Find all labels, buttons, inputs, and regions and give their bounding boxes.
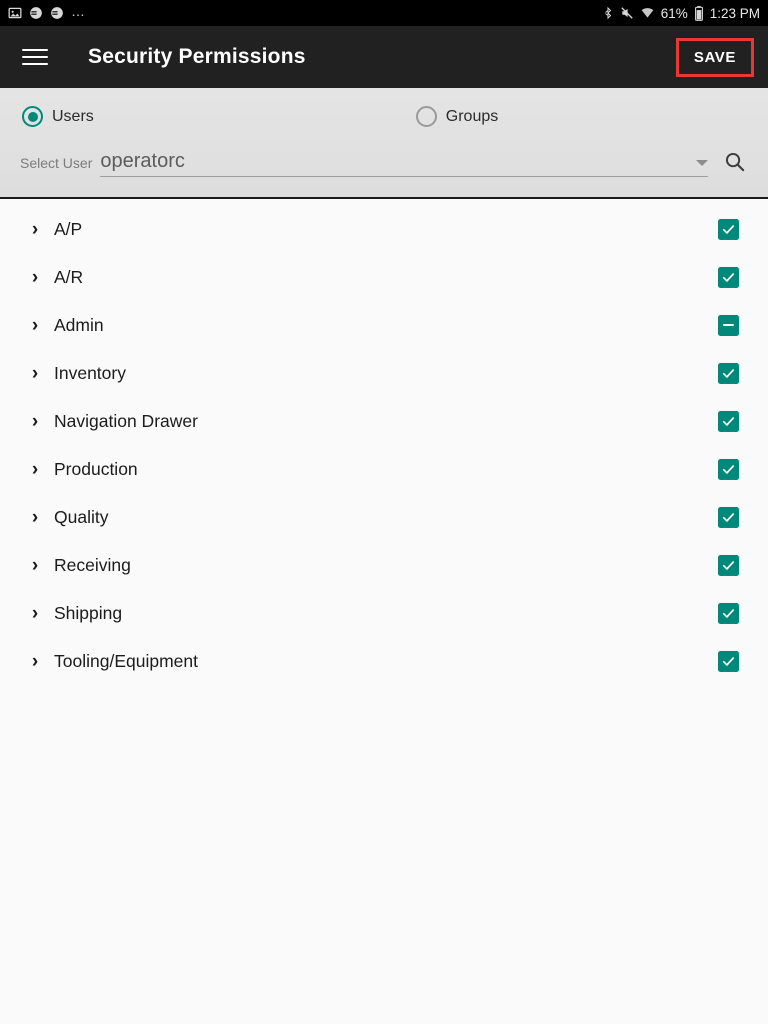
checkbox-checked-icon[interactable] — [718, 650, 739, 672]
permission-list: › A/P › A/R › Admin › Inventory › Navigation Draw… — [0, 199, 768, 685]
permission-row-label: Admin — [54, 314, 104, 335]
radio-users-dot — [27, 111, 38, 122]
hamburger-line — [22, 56, 48, 58]
radio-groups-circle-icon — [415, 106, 437, 127]
radio-users[interactable]: Users — [22, 106, 94, 127]
user-group-selector-panel: Users Groups Select User operatorc — [0, 88, 768, 199]
permission-row[interactable]: › Tooling/Equipment — [0, 637, 768, 685]
chevron-right-icon[interactable]: › — [28, 268, 42, 287]
status-bar: … 61% 1:23 PM — [0, 0, 768, 26]
chevron-right-icon[interactable]: › — [28, 508, 42, 527]
app-notification-icon — [50, 6, 64, 20]
search-icon[interactable] — [714, 141, 754, 181]
check-mark-icon — [722, 656, 735, 666]
check-mark-icon — [722, 224, 735, 234]
bluetooth-icon — [602, 6, 614, 20]
image-icon — [8, 6, 22, 20]
checkbox-checked-icon[interactable] — [718, 362, 739, 384]
permission-row-label: A/P — [54, 218, 83, 239]
check-mark-icon — [722, 272, 735, 282]
checkbox-checked-icon[interactable] — [718, 218, 739, 240]
permission-row[interactable]: › Navigation Drawer — [0, 397, 768, 445]
radio-groups[interactable]: Groups — [415, 106, 499, 127]
selected-user-value: operatorc — [100, 150, 185, 172]
check-mark-icon — [722, 368, 735, 378]
app-notification-icon — [29, 6, 43, 20]
radio-groups-label: Groups — [445, 107, 499, 125]
permission-row-label: Production — [54, 458, 138, 479]
select-user-row: Select User operatorc — [14, 127, 754, 177]
permission-row[interactable]: › Inventory — [0, 349, 768, 397]
battery-percent-label: 61% — [660, 5, 688, 21]
checkbox-checked-icon[interactable] — [718, 602, 739, 624]
radio-users-circle-icon — [22, 106, 43, 127]
checkbox-checked-icon[interactable] — [718, 458, 739, 480]
permission-row-label: Receiving — [54, 554, 131, 575]
checkbox-dash — [723, 323, 734, 327]
app-bar: Security Permissions SAVE — [0, 26, 768, 88]
permission-row-label: Inventory — [54, 362, 126, 383]
permission-row-label: Navigation Drawer — [54, 410, 198, 431]
checkbox-checked-icon[interactable] — [718, 506, 739, 528]
page-title: Security Permissions — [88, 45, 306, 68]
radio-users-label: Users — [52, 107, 94, 125]
status-bar-right-icons: 61% 1:23 PM — [602, 5, 760, 21]
check-mark-icon — [722, 464, 735, 474]
checkbox-checked-icon[interactable] — [718, 266, 739, 288]
save-button[interactable]: SAVE — [685, 44, 745, 71]
select-user-dropdown[interactable]: operatorc — [100, 149, 708, 177]
checkbox-checked-icon[interactable] — [718, 410, 739, 432]
permission-row[interactable]: › Production — [0, 445, 768, 493]
status-overflow-dots: … — [71, 2, 86, 19]
status-bar-left-icons: … — [8, 2, 602, 20]
permission-row[interactable]: › Receiving — [0, 541, 768, 589]
clock-label: 1:23 PM — [709, 5, 760, 21]
permission-row[interactable]: › Admin — [0, 301, 768, 349]
checkbox-indeterminate-icon[interactable] — [718, 314, 739, 336]
chevron-right-icon[interactable]: › — [28, 604, 42, 623]
chevron-right-icon[interactable]: › — [28, 364, 42, 383]
checkbox-checked-icon[interactable] — [718, 554, 739, 576]
vibrate-mute-icon — [620, 6, 634, 20]
hamburger-line — [22, 49, 48, 51]
permission-row[interactable]: › Shipping — [0, 589, 768, 637]
check-mark-icon — [722, 560, 735, 570]
hamburger-menu-icon[interactable] — [22, 42, 52, 72]
chevron-right-icon[interactable]: › — [28, 412, 42, 431]
check-mark-icon — [722, 416, 735, 426]
save-button-highlight: SAVE — [675, 37, 754, 77]
permission-row-label: A/R — [54, 266, 84, 287]
scope-radio-group: Users Groups — [14, 88, 754, 127]
select-user-label: Select User — [20, 155, 93, 171]
chevron-right-icon[interactable]: › — [28, 316, 42, 335]
chevron-right-icon[interactable]: › — [28, 556, 42, 575]
permission-row[interactable]: › Quality — [0, 493, 768, 541]
wifi-icon — [640, 6, 655, 20]
check-mark-icon — [722, 512, 735, 522]
permission-row-label: Tooling/Equipment — [54, 650, 198, 671]
check-mark-icon — [722, 608, 735, 618]
chevron-right-icon[interactable]: › — [28, 220, 42, 239]
permission-row-label: Quality — [54, 506, 109, 527]
permission-row[interactable]: › A/R — [0, 253, 768, 301]
chevron-right-icon[interactable]: › — [28, 460, 42, 479]
permission-row[interactable]: › A/P — [0, 205, 768, 253]
permission-row-label: Shipping — [54, 602, 123, 623]
chevron-right-icon[interactable]: › — [28, 652, 42, 671]
hamburger-line — [22, 63, 48, 65]
chevron-down-icon — [696, 160, 708, 166]
battery-icon — [694, 5, 704, 21]
